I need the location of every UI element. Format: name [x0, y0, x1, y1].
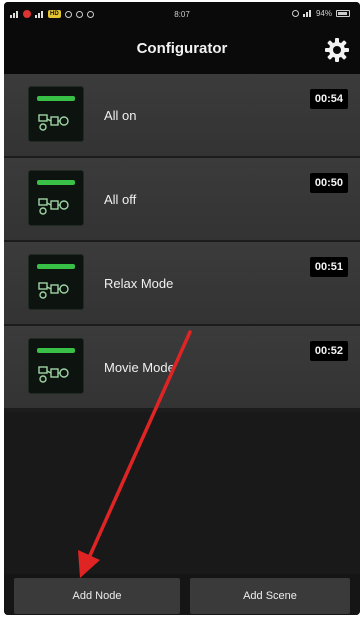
add-node-button[interactable]: Add Node [14, 578, 180, 614]
scene-thumbnail-icon [28, 86, 84, 142]
app-screen: HD 8:07 94% Configurator All on 00:54 Al… [4, 2, 360, 615]
status-right: 94% [291, 9, 350, 18]
page-title: Configurator [136, 40, 228, 57]
add-scene-button[interactable]: Add Scene [190, 578, 350, 614]
scene-name: All on [104, 108, 137, 123]
app-header: Configurator [4, 28, 360, 74]
scene-name: All off [104, 192, 137, 207]
scene-time-badge: 00:51 [309, 257, 348, 277]
scene-row-movie-mode[interactable]: Movie Mode 00:52 [4, 326, 360, 410]
battery-icon [336, 10, 350, 17]
scene-list: All on 00:54 All off 00:50 Relax Mode 00… [4, 74, 360, 410]
scene-row-relax-mode[interactable]: Relax Mode 00:51 [4, 242, 360, 326]
bottom-action-bar: Add Node Add Scene [4, 574, 360, 615]
status-bar: HD 8:07 94% [4, 2, 360, 28]
battery-percent: 94% [315, 9, 332, 18]
empty-list-area [4, 412, 360, 580]
scene-row-all-off[interactable]: All off 00:50 [4, 158, 360, 242]
scene-thumbnail-icon [28, 254, 84, 310]
scene-thumbnail-icon [28, 338, 84, 394]
scene-name: Relax Mode [104, 276, 174, 291]
wifi-icon [302, 10, 312, 17]
scene-name: Movie Mode [104, 360, 175, 375]
bluetooth-icon [291, 10, 299, 17]
gear-icon[interactable] [324, 37, 350, 63]
scene-time-badge: 00:54 [309, 89, 348, 109]
scene-row-all-on[interactable]: All on 00:54 [4, 74, 360, 158]
scene-thumbnail-icon [28, 170, 84, 226]
scene-time-badge: 00:50 [309, 173, 348, 193]
scene-time-badge: 00:52 [309, 341, 348, 361]
